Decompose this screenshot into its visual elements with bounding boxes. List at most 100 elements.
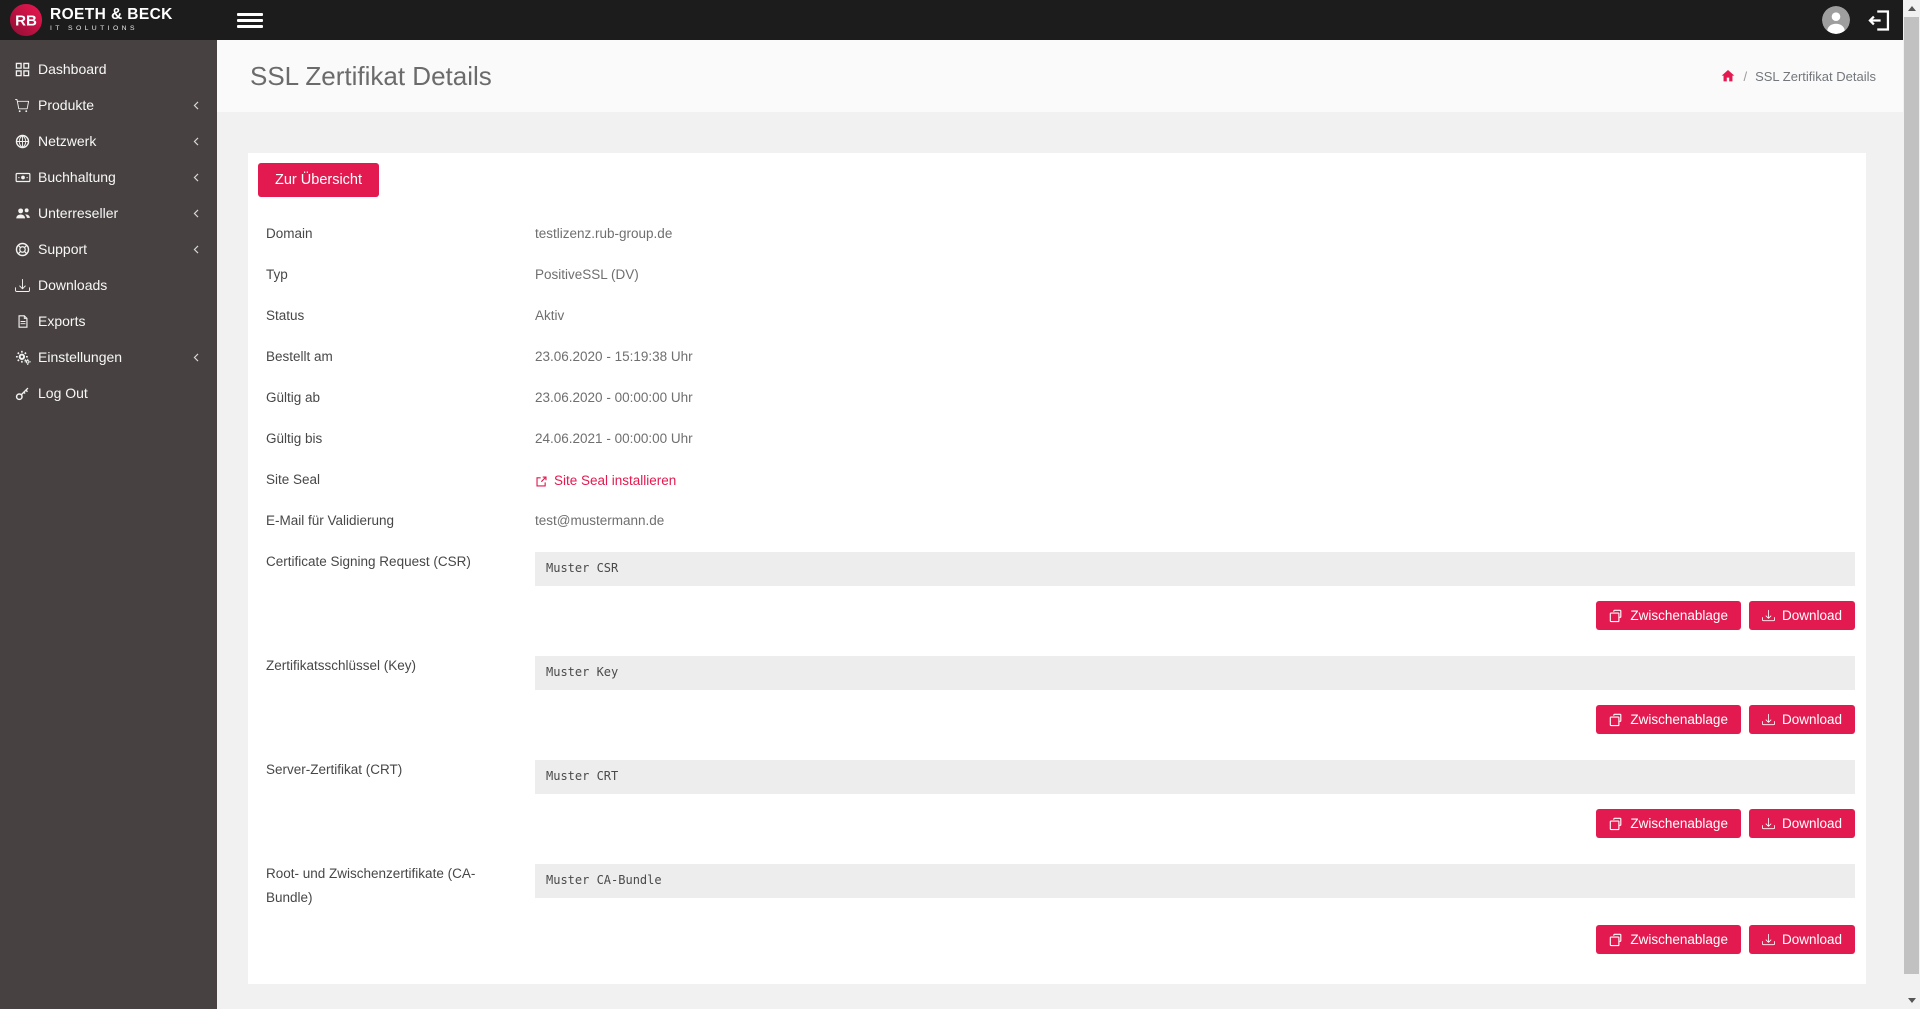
- sidebar-item-netzwerk[interactable]: Netzwerk: [0, 123, 217, 159]
- page: RB ROETH & BECK IT SOLUTIONS Dashboard P…: [0, 0, 1920, 1009]
- sidebar-item-label: Log Out: [38, 385, 88, 401]
- chevron-left-icon: [191, 351, 202, 364]
- download-button-label: Download: [1781, 608, 1842, 623]
- back-to-overview-button[interactable]: Zur Übersicht: [258, 163, 380, 197]
- chevron-left-icon: [191, 135, 202, 148]
- download-icon: [1761, 817, 1775, 830]
- topbar: RB ROETH & BECK IT SOLUTIONS: [0, 0, 1903, 40]
- sidebar-item-support[interactable]: Support: [0, 231, 217, 267]
- cert-group-ca-bundle: Root- und Zwischenzertifikate (CA-Bundle…: [258, 864, 1855, 954]
- cart-icon: [14, 98, 31, 113]
- download-button[interactable]: Download: [1748, 705, 1855, 734]
- sidebar-item-exports[interactable]: Exports: [0, 303, 217, 339]
- copy-button-label: Zwischenablage: [1630, 608, 1728, 623]
- field-value: 23.06.2020 - 00:00:00 Uhr: [535, 390, 693, 405]
- detail-row: Gültig ab 23.06.2020 - 00:00:00 Uhr: [258, 388, 1855, 410]
- ssl-details-card: Zur Übersicht Domain testlizenz.rub-grou…: [248, 153, 1866, 984]
- copy-to-clipboard-button[interactable]: Zwischenablage: [1596, 601, 1741, 630]
- field-value: 24.06.2021 - 00:00:00 Uhr: [535, 431, 693, 446]
- download-icon: [14, 278, 31, 293]
- field-label: Zertifikatsschlüssel (Key): [266, 658, 417, 673]
- cert-group-csr: Certificate Signing Request (CSR) Muster…: [258, 552, 1855, 630]
- chevron-left-icon: [191, 207, 202, 220]
- field-label: Typ: [266, 267, 288, 282]
- ca-bundle-textarea[interactable]: Muster CA-Bundle: [535, 864, 1855, 898]
- field-value: Aktiv: [535, 308, 565, 323]
- brand-tagline: IT SOLUTIONS: [50, 24, 138, 32]
- brand-name: ROETH & BECK: [50, 6, 173, 24]
- field-label: Gültig bis: [266, 431, 323, 446]
- detail-row-site-seal: Site Seal Site Seal installieren: [258, 470, 1855, 492]
- brand-mark-icon: RB: [9, 3, 43, 37]
- copy-to-clipboard-button[interactable]: Zwischenablage: [1596, 705, 1741, 734]
- copy-button-label: Zwischenablage: [1630, 816, 1728, 831]
- breadcrumb-separator: /: [1743, 68, 1748, 84]
- logout-icon[interactable]: [1866, 7, 1893, 34]
- file-icon: [14, 314, 31, 329]
- field-value: 23.06.2020 - 15:19:38 Uhr: [535, 349, 693, 364]
- csr-textarea[interactable]: Muster CSR: [535, 552, 1855, 586]
- copy-to-clipboard-button[interactable]: Zwischenablage: [1596, 925, 1741, 954]
- breadcrumb: / SSL Zertifikat Details: [1721, 69, 1876, 84]
- cert-group-key: Zertifikatsschlüssel (Key) Muster Key Zw…: [258, 656, 1855, 734]
- sidebar-item-label: Netzwerk: [38, 133, 97, 149]
- sidebar-item-logout[interactable]: Log Out: [0, 375, 217, 411]
- copy-icon: [1609, 817, 1623, 831]
- copy-button-label: Zwischenablage: [1630, 712, 1728, 727]
- field-label: Server-Zertifikat (CRT): [266, 762, 403, 777]
- copy-icon: [1609, 933, 1623, 947]
- sidebar-item-label: Exports: [38, 313, 86, 329]
- users-icon: [14, 206, 31, 221]
- cert-group-crt: Server-Zertifikat (CRT) Muster CRT Zwisc…: [258, 760, 1855, 838]
- download-icon: [1761, 933, 1775, 946]
- crt-textarea[interactable]: Muster CRT: [535, 760, 1855, 794]
- sidebar-item-einstellungen[interactable]: Einstellungen: [0, 339, 217, 375]
- detail-row: Typ PositiveSSL (DV): [258, 265, 1855, 287]
- field-label: E-Mail für Validierung: [266, 513, 395, 528]
- download-button-label: Download: [1781, 932, 1842, 947]
- detail-row: Gültig bis 24.06.2021 - 00:00:00 Uhr: [258, 429, 1855, 451]
- sidebar-item-label: Produkte: [38, 97, 95, 113]
- field-value: test@mustermann.de: [535, 513, 665, 528]
- detail-row-email: E-Mail für Validierung test@mustermann.d…: [258, 511, 1855, 533]
- scrollbar-thumb[interactable]: [1904, 17, 1919, 974]
- detail-row: Domain testlizenz.rub-group.de: [258, 224, 1855, 246]
- sidebar-item-label: Downloads: [38, 277, 108, 293]
- content-header: SSL Zertifikat Details / SSL Zertifikat …: [217, 40, 1903, 112]
- field-label: Site Seal: [266, 472, 321, 487]
- brand-logo[interactable]: RB ROETH & BECK IT SOLUTIONS: [0, 0, 217, 40]
- download-button[interactable]: Download: [1748, 925, 1855, 954]
- key-icon: [14, 386, 31, 401]
- sidebar-item-unterreseller[interactable]: Unterreseller: [0, 195, 217, 231]
- sidebar-item-produkte[interactable]: Produkte: [0, 87, 217, 123]
- scrollbar-down-arrow[interactable]: [1903, 992, 1920, 1009]
- chevron-left-icon: [191, 243, 202, 256]
- sidebar-item-downloads[interactable]: Downloads: [0, 267, 217, 303]
- sidebar-item-buchhaltung[interactable]: Buchhaltung: [0, 159, 217, 195]
- chevron-left-icon: [191, 99, 202, 112]
- sidebar-item-label: Einstellungen: [38, 349, 123, 365]
- detail-row: Status Aktiv: [258, 306, 1855, 328]
- field-value: testlizenz.rub-group.de: [535, 226, 673, 241]
- scrollbar-up-arrow[interactable]: [1903, 0, 1920, 17]
- hamburger-menu-icon[interactable]: [237, 12, 263, 28]
- download-button-label: Download: [1781, 816, 1842, 831]
- copy-button-label: Zwischenablage: [1630, 932, 1728, 947]
- download-button[interactable]: Download: [1748, 601, 1855, 630]
- user-avatar-icon[interactable]: [1822, 6, 1850, 34]
- site-seal-install-link[interactable]: Site Seal installieren: [535, 470, 676, 492]
- dashboard-grid-icon: [14, 62, 31, 77]
- download-button-label: Download: [1781, 712, 1842, 727]
- home-icon[interactable]: [1721, 69, 1735, 83]
- breadcrumb-current: SSL Zertifikat Details: [1755, 68, 1876, 84]
- globe-icon: [14, 134, 31, 149]
- site-seal-link-label: Site Seal installieren: [554, 473, 677, 488]
- external-link-icon: [535, 475, 548, 488]
- field-label: Root- und Zwischenzertifikate (CA-Bundle…: [266, 866, 476, 905]
- sidebar-item-dashboard[interactable]: Dashboard: [0, 51, 217, 87]
- download-button[interactable]: Download: [1748, 809, 1855, 838]
- copy-icon: [1609, 609, 1623, 623]
- money-icon: [14, 170, 31, 185]
- copy-to-clipboard-button[interactable]: Zwischenablage: [1596, 809, 1741, 838]
- key-textarea[interactable]: Muster Key: [535, 656, 1855, 690]
